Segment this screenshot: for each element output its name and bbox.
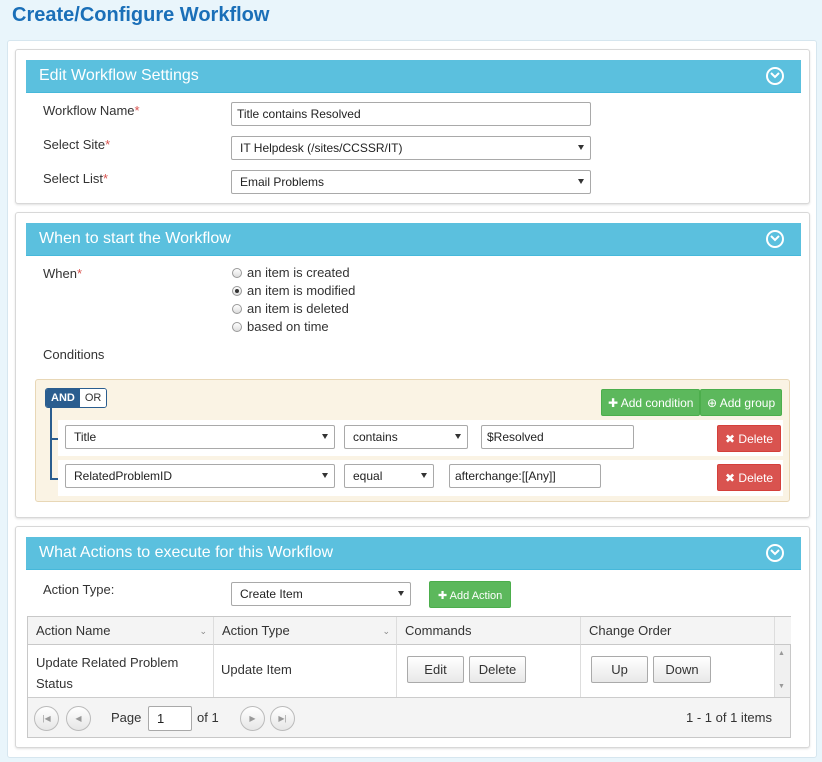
add-condition-button[interactable]: ✚ Add condition [601,389,701,416]
select-site-label: Select Site* [43,137,111,152]
column-header-action-type[interactable]: Action Type ⌄ [214,617,397,645]
select-site-dropdown[interactable]: IT Helpdesk (/sites/CCSSR/IT) [231,136,591,160]
settings-panel-title: Edit Workflow Settings [39,67,199,84]
actions-grid: Action Name ⌄ Action Type ⌄ Commands Chang… [27,616,791,738]
radio-icon[interactable] [232,304,242,314]
trigger-panel-title: When to start the Workflow [39,230,231,247]
edit-button[interactable]: Edit [407,656,464,683]
dropdown-arrow-icon [398,591,404,596]
grid-pager: |◀ ◀ Page 1 of 1 ▶ ▶| 1 - 1 of 1 items [28,697,790,737]
rule-operator-select[interactable]: contains [344,425,468,449]
add-group-button[interactable]: ⊕ Add group [700,389,783,416]
or-button[interactable]: OR [79,389,107,407]
page-number-input[interactable]: 1 [148,706,192,731]
plus-icon: ✚ [608,396,619,410]
dropdown-arrow-icon [322,473,328,478]
scroll-down-icon[interactable]: ▼ [778,683,785,690]
move-up-button[interactable]: Up [591,656,648,683]
workflow-name-input[interactable]: Title contains Resolved [231,102,591,126]
chevron-down-icon[interactable] [766,230,784,248]
chevron-down-icon[interactable] [766,544,784,562]
radio-item-modified[interactable]: an item is modified [232,283,355,301]
items-summary: 1 - 1 of 1 items [686,710,772,725]
tree-connector [50,408,52,480]
first-page-icon[interactable]: |◀ [34,706,59,731]
add-action-button[interactable]: ✚ Add Action [429,581,512,608]
conditions-label: Conditions [43,347,105,362]
radio-selected-icon[interactable] [232,286,242,296]
column-header-change-order: Change Order [581,617,775,645]
move-down-button[interactable]: Down [653,656,711,683]
last-page-icon[interactable]: ▶| [270,706,295,731]
scroll-up-icon[interactable]: ▲ [778,650,785,657]
condition-rule: RelatedProblemID equal afterchange:[[Any… [58,460,783,496]
dropdown-arrow-icon [421,473,427,478]
rule-field-select[interactable]: RelatedProblemID [65,464,335,488]
grid-scrollbar[interactable]: ▲ ▼ [774,645,790,697]
radio-item-created[interactable]: an item is created [232,265,350,283]
column-divider [396,645,397,697]
when-label: When* [43,266,83,281]
dropdown-arrow-icon [578,179,584,184]
action-name-cell: Update Related Problem Status [36,655,179,691]
and-or-toggle: AND OR [45,388,108,408]
action-type-dropdown[interactable]: Create Item [231,582,411,606]
settings-panel-header[interactable]: Edit Workflow Settings [26,60,801,93]
select-list-dropdown[interactable]: Email Problems [231,170,591,194]
plus-circle-icon: ⊕ [707,396,718,410]
column-header-commands: Commands [397,617,581,645]
page-label: Page [111,710,142,725]
header-filler [775,617,791,645]
dropdown-arrow-icon [322,434,328,439]
condition-rule: Title contains $Resolved ✖ Delete [58,420,783,456]
column-header-action-name[interactable]: Action Name ⌄ [28,617,214,645]
action-type-cell: Update Item [221,662,292,677]
prev-page-icon[interactable]: ◀ [66,706,91,731]
page-title: Create/Configure Workflow [12,4,270,26]
settings-panel: Edit Workflow Settings Workflow Name* Ti… [15,49,810,204]
action-type-label: Action Type: [43,582,115,597]
trigger-panel-header[interactable]: When to start the Workflow [26,223,801,256]
next-page-icon[interactable]: ▶ [240,706,265,731]
close-icon: ✖ [725,471,736,485]
rule-value-input[interactable]: afterchange:[[Any]] [449,464,601,488]
close-icon: ✖ [725,432,736,446]
radio-based-on-time[interactable]: based on time [232,319,329,337]
workflow-name-label: Workflow Name* [43,103,140,118]
select-list-label: Select List* [43,171,109,186]
radio-icon[interactable] [232,268,242,278]
condition-builder: AND OR ✚ Add condition ⊕ Add group Title… [35,379,790,502]
delete-action-button[interactable]: Delete [469,656,526,683]
actions-panel-header[interactable]: What Actions to execute for this Workflo… [26,537,801,570]
rule-field-select[interactable]: Title [65,425,335,449]
and-button[interactable]: AND [46,389,80,407]
delete-rule-button[interactable]: ✖ Delete [717,425,782,452]
plus-icon: ✚ [438,590,448,602]
rule-value-input[interactable]: $Resolved [481,425,634,449]
dropdown-arrow-icon [578,145,584,150]
column-divider [213,645,214,697]
actions-panel-title: What Actions to execute for this Workflo… [39,544,334,561]
column-menu-icon[interactable]: ⌄ [199,626,207,637]
page-count-label: of 1 [197,710,219,725]
rule-operator-select[interactable]: equal [344,464,434,488]
delete-rule-button[interactable]: ✖ Delete [717,464,782,491]
radio-item-deleted[interactable]: an item is deleted [232,301,349,319]
dropdown-arrow-icon [455,434,461,439]
chevron-down-icon[interactable] [766,67,784,85]
column-divider [580,645,581,697]
column-menu-icon[interactable]: ⌄ [382,626,390,637]
radio-icon[interactable] [232,322,242,332]
